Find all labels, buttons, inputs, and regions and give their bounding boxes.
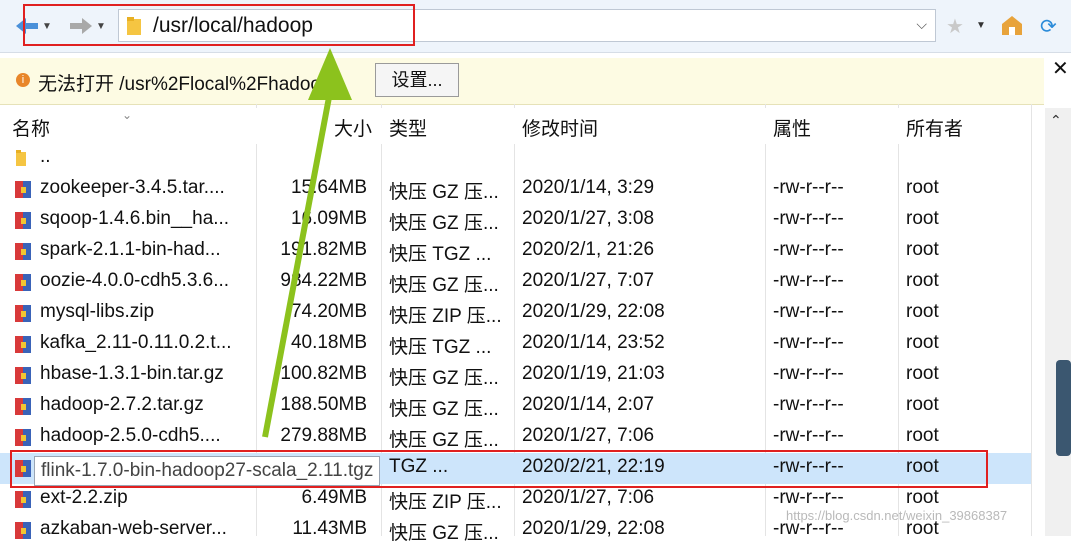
chevron-up-icon[interactable]: ⌃ — [1050, 112, 1062, 129]
side-widget — [1056, 360, 1071, 456]
annotation-arrow — [262, 48, 352, 438]
watermark: https://blog.csdn.net/weixin_39868387 — [786, 508, 1008, 523]
scrollbar[interactable] — [1045, 108, 1071, 536]
